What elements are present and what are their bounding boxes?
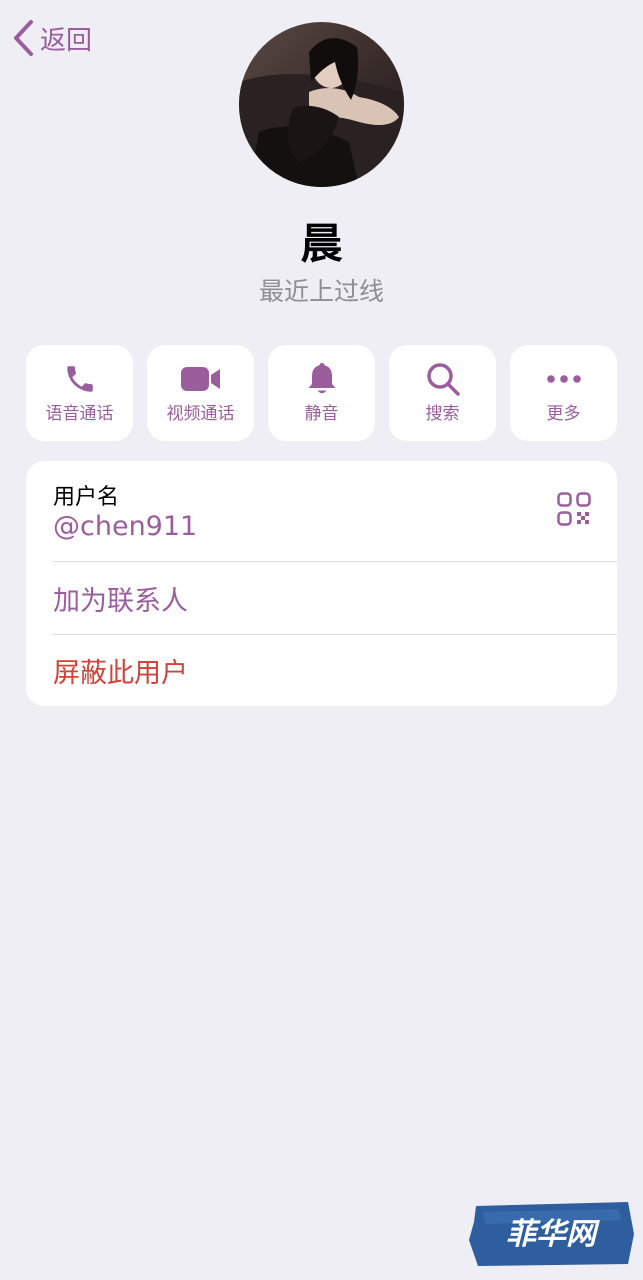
back-button[interactable]: 返回	[12, 18, 92, 58]
voice-call-button[interactable]: 语音通话	[26, 345, 133, 441]
mute-label: 静音	[304, 404, 339, 424]
voice-call-label: 语音通话	[45, 404, 114, 424]
avatar-photo	[239, 22, 404, 187]
phone-icon	[66, 366, 93, 392]
profile-name: 晨	[300, 219, 343, 268]
chevron-left-icon	[14, 20, 33, 56]
video-call-button[interactable]: 视频通话	[147, 345, 254, 441]
info-card: 用户名 @chen911 加为联系人 屏蔽此用户	[26, 461, 617, 706]
username-value[interactable]: @chen911	[53, 511, 197, 542]
action-bar: 语音通话 视频通话 静音 搜索 更多	[26, 345, 617, 441]
more-label: 更多	[546, 404, 581, 424]
more-button[interactable]: 更多	[510, 345, 617, 441]
back-label: 返回	[40, 25, 93, 56]
search-button[interactable]: 搜索	[389, 345, 496, 441]
bell-icon	[308, 363, 335, 394]
username-row[interactable]: 用户名 @chen911	[26, 461, 617, 561]
video-camera-icon	[180, 367, 220, 391]
avatar[interactable]	[239, 22, 404, 187]
qr-code-icon[interactable]	[557, 492, 591, 526]
profile-status: 最近上过线	[258, 277, 384, 306]
search-label: 搜索	[425, 404, 460, 424]
search-icon	[426, 363, 460, 396]
mute-button[interactable]: 静音	[268, 345, 375, 441]
video-call-label: 视频通话	[166, 404, 235, 424]
watermark-logo: 菲华网	[468, 1200, 635, 1268]
block-user-button[interactable]: 屏蔽此用户	[26, 634, 617, 706]
more-icon	[546, 375, 581, 383]
add-contact-button[interactable]: 加为联系人	[26, 562, 617, 634]
username-label: 用户名	[53, 485, 120, 510]
svg-text:菲华网: 菲华网	[506, 1217, 600, 1252]
